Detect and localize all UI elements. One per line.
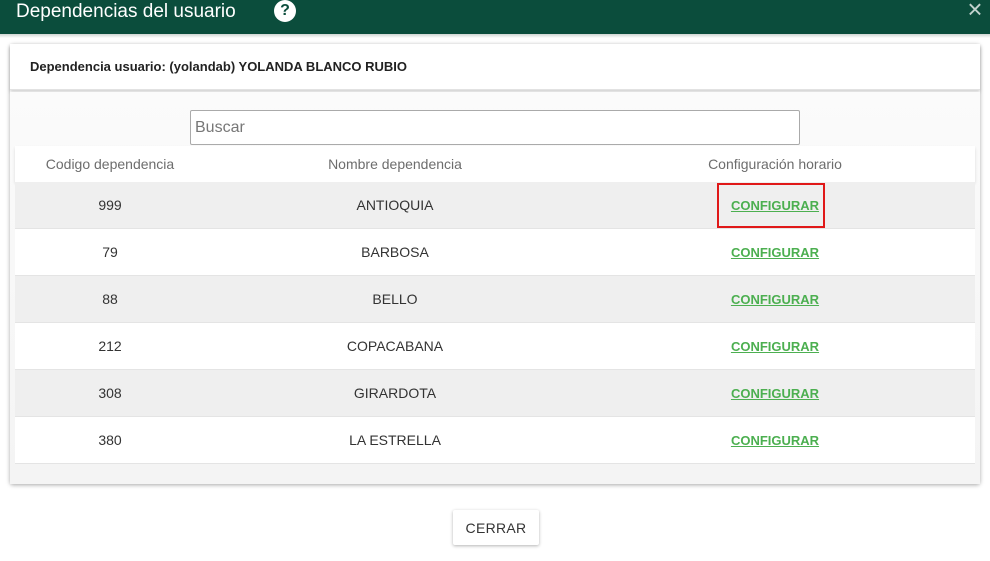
dependency-name: COPACABANA (346, 338, 444, 354)
configurar-link[interactable]: CONFIGURAR (731, 292, 819, 307)
help-icon[interactable]: ? (274, 0, 296, 22)
table-row: 380 LA ESTRELLA CONFIGURAR (15, 417, 975, 464)
config-cell: CONFIGURAR (585, 291, 965, 307)
dialog-titlebar: Dependencias del usuario ? × (0, 0, 990, 34)
config-cell: CONFIGURAR (585, 197, 965, 213)
column-header-config: Configuración horario (708, 156, 842, 172)
cerrar-button[interactable]: CERRAR (453, 510, 539, 545)
configurar-link[interactable]: CONFIGURAR (731, 386, 819, 401)
configurar-link[interactable]: CONFIGURAR (731, 433, 819, 448)
configurar-link[interactable]: CONFIGURAR (731, 245, 819, 260)
config-cell: CONFIGURAR (585, 244, 965, 260)
config-cell: CONFIGURAR (585, 385, 965, 401)
card-header: Dependencia usuario: (yolandab) YOLANDA … (10, 44, 980, 90)
dependency-code: 308 (98, 385, 122, 401)
configurar-link[interactable]: CONFIGURAR (731, 198, 819, 213)
dependencies-card: Dependencia usuario: (yolandab) YOLANDA … (10, 44, 980, 484)
config-cell: CONFIGURAR (585, 432, 965, 448)
dependency-code: 79 (102, 244, 118, 260)
dependency-name: ANTIOQUIA (356, 197, 434, 213)
column-header-name: Nombre dependencia (328, 156, 462, 172)
column-header-code: Codigo dependencia (45, 156, 175, 172)
configurar-link[interactable]: CONFIGURAR (731, 339, 819, 354)
table-row: 308 GIRARDOTA CONFIGURAR (15, 370, 975, 417)
table-row: 79 BARBOSA CONFIGURAR (15, 229, 975, 276)
dialog-title: Dependencias del usuario (16, 1, 236, 22)
table-row: 999 ANTIOQUIA CONFIGURAR (15, 182, 975, 229)
search-input[interactable] (190, 110, 800, 145)
table-header: Codigo dependencia Nombre dependencia Co… (15, 146, 975, 182)
config-cell: CONFIGURAR (585, 338, 965, 354)
close-icon[interactable]: × (964, 0, 986, 22)
dependency-code: 999 (98, 197, 122, 213)
table-row: 212 COPACABANA CONFIGURAR (15, 323, 975, 370)
dependency-name: GIRARDOTA (353, 385, 437, 401)
dependency-name: LA ESTRELLA (349, 432, 441, 448)
dependency-code: 88 (102, 291, 118, 307)
dependency-code: 212 (98, 338, 122, 354)
dependency-name: BARBOSA (361, 244, 429, 260)
titlebar-shadow (0, 34, 990, 38)
dependencies-table: Codigo dependencia Nombre dependencia Co… (15, 146, 975, 464)
user-dependency-label: Dependencia usuario: (yolandab) YOLANDA … (30, 59, 408, 74)
table-row: 88 BELLO CONFIGURAR (15, 276, 975, 323)
dependency-name: BELLO (372, 291, 418, 307)
dependency-code: 380 (98, 432, 122, 448)
